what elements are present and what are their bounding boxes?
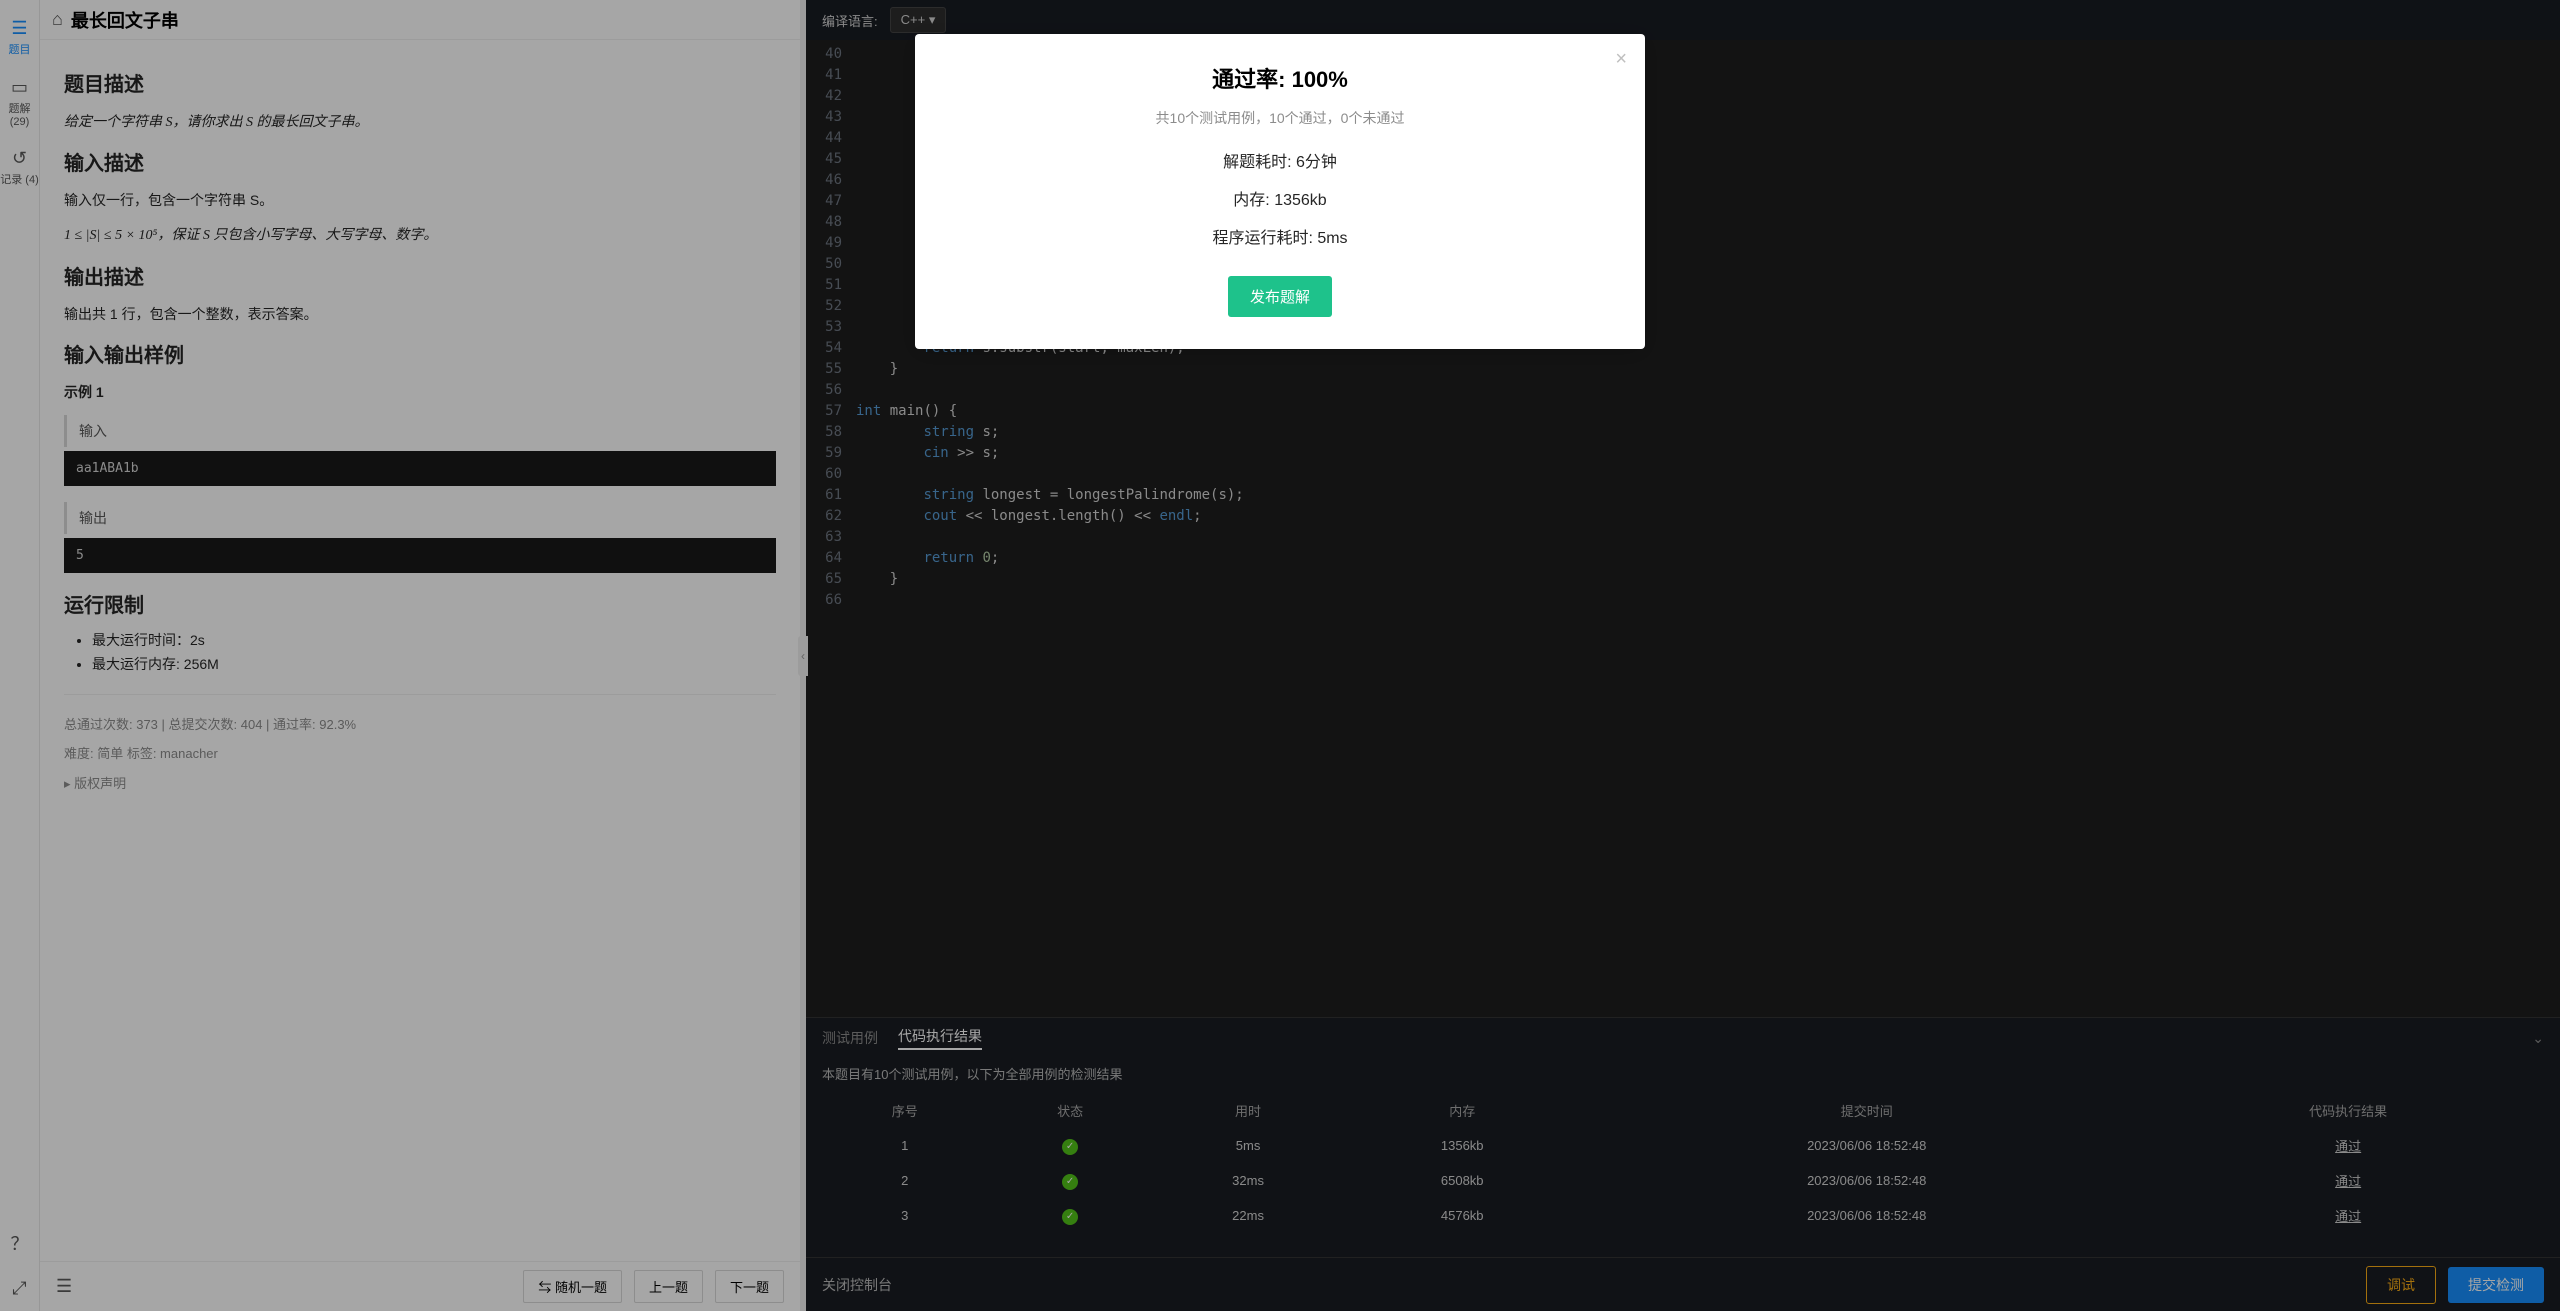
publish-button[interactable]: 发布题解 [1228, 276, 1332, 317]
modal-subtitle: 共10个测试用例，10个通过，0个未通过 [947, 108, 1613, 128]
modal-title: 通过率: 100% [947, 62, 1613, 94]
result-modal: × 通过率: 100% 共10个测试用例，10个通过，0个未通过 解题耗时: 6… [915, 34, 1645, 349]
close-icon[interactable]: × [1615, 48, 1627, 71]
metric-runtime: 程序运行耗时: 5ms [947, 224, 1613, 248]
modal-overlay[interactable]: × 通过率: 100% 共10个测试用例，10个通过，0个未通过 解题耗时: 6… [0, 0, 2560, 1311]
metric-memory: 内存: 1356kb [947, 186, 1613, 210]
metric-solve-time: 解题耗时: 6分钟 [947, 148, 1613, 172]
